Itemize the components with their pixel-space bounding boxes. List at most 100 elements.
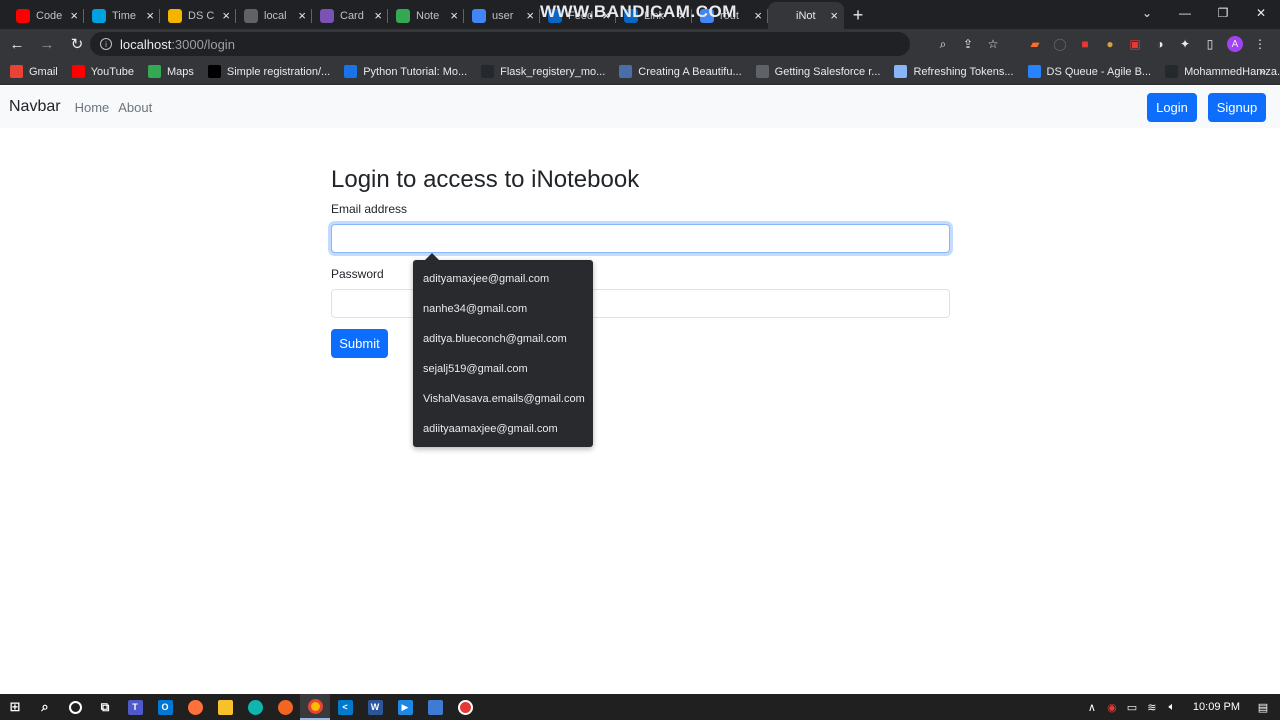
side-panel-icon[interactable]: ▯ <box>1202 36 1218 52</box>
autofill-option[interactable]: VishalVasava.emails@gmail.com <box>413 384 593 414</box>
signup-button[interactable]: Signup <box>1208 93 1266 122</box>
bookmark-star-icon[interactable]: ☆ <box>985 36 1001 52</box>
site-info-icon[interactable]: i <box>100 38 112 50</box>
email-field[interactable] <box>331 224 950 253</box>
tab-close-icon[interactable]: × <box>146 8 154 23</box>
maximize-button[interactable]: ❐ <box>1204 0 1242 27</box>
ext-shield-icon[interactable]: ■ <box>1077 36 1093 52</box>
ext-red-icon[interactable]: ▣ <box>1127 36 1143 52</box>
bookmark-label: Refreshing Tokens... <box>913 65 1014 78</box>
autofill-option[interactable]: aditya.blueconch@gmail.com <box>413 324 593 354</box>
browser-tab[interactable]: user × <box>464 2 540 29</box>
wifi-icon[interactable]: ≋ <box>1145 701 1159 714</box>
bookmark-item[interactable]: Simple registration/... <box>207 65 331 78</box>
tab-label: iNot <box>796 9 816 22</box>
tab-search-icon[interactable]: ⌄ <box>1128 0 1166 27</box>
tab-close-icon[interactable]: × <box>754 8 762 23</box>
file-explorer-icon[interactable] <box>210 694 240 720</box>
login-button[interactable]: Login <box>1147 93 1197 122</box>
submit-button[interactable]: Submit <box>331 329 388 358</box>
react-icon <box>776 8 790 23</box>
nav-link-about[interactable]: About <box>118 100 152 115</box>
bookmark-item[interactable]: Refreshing Tokens... <box>894 65 1014 78</box>
browser-tab[interactable]: local × <box>236 2 312 29</box>
ds-icon <box>168 8 182 23</box>
bookmark-item[interactable]: Python Tutorial: Mo... <box>344 65 467 78</box>
ext-gitlab-icon[interactable]: ▰ <box>1027 36 1043 52</box>
tab-close-icon[interactable]: × <box>830 8 838 23</box>
autofill-option[interactable]: sejalj519@gmail.com <box>413 354 593 384</box>
notification-icon[interactable]: ▤ <box>1256 701 1270 714</box>
teams-icon[interactable]: T <box>120 694 150 720</box>
tab-close-icon[interactable]: × <box>374 8 382 23</box>
bookmark-item[interactable]: Creating A Beautifu... <box>619 65 742 78</box>
address-bar[interactable]: i localhost:3000/login <box>90 32 910 56</box>
tray-overflow-icon[interactable]: ∧ <box>1085 701 1099 714</box>
browser-tab[interactable]: Note × <box>388 2 464 29</box>
ext-circle-icon[interactable]: ◯ <box>1052 36 1068 52</box>
media-player-icon[interactable]: ▶ <box>390 694 420 720</box>
bookmark-item[interactable]: DS Queue - Agile B... <box>1027 65 1152 78</box>
autofill-option[interactable]: nanhe34@gmail.com <box>413 294 593 324</box>
tab-close-icon[interactable]: × <box>450 8 458 23</box>
autofill-option[interactable]: adiityaamaxjee@gmail.com <box>413 414 593 444</box>
tab-close-icon[interactable]: × <box>222 8 230 23</box>
share-icon[interactable]: ⇪ <box>960 36 976 52</box>
firefox-icon[interactable] <box>180 694 210 720</box>
globe-icon <box>755 65 769 78</box>
jira-icon <box>1027 65 1041 78</box>
browser-tab[interactable]: iNot × <box>768 2 844 29</box>
recording-icon[interactable]: ◉ <box>1105 701 1119 714</box>
bandicam-icon[interactable] <box>450 694 480 720</box>
bookmark-item[interactable]: Flask_registery_mo... <box>481 65 605 78</box>
browser-tab[interactable]: Code × <box>8 2 84 29</box>
bookmark-item[interactable]: YouTube <box>71 65 134 78</box>
edge-icon[interactable] <box>240 694 270 720</box>
bookmark-label: DS Queue - Agile B... <box>1046 65 1152 78</box>
bookmark-item[interactable]: Getting Salesforce r... <box>755 65 880 78</box>
search-icon[interactable]: ⌕ <box>30 694 60 720</box>
tab-label: Note <box>416 9 440 22</box>
tab-label: local <box>264 9 287 22</box>
bookmarks-overflow-icon[interactable]: » <box>1259 64 1266 78</box>
browser-tab[interactable]: Time × <box>84 2 160 29</box>
bookmark-item[interactable]: Maps <box>147 65 194 78</box>
app-orange-icon[interactable] <box>270 694 300 720</box>
forward-button[interactable]: → <box>34 31 60 57</box>
bootstrap-icon <box>320 8 334 23</box>
start-button[interactable]: ⊞ <box>0 694 30 720</box>
outlook-icon[interactable]: O <box>150 694 180 720</box>
close-window-button[interactable]: ✕ <box>1242 0 1280 27</box>
back-button[interactable]: ← <box>4 31 30 57</box>
bookmark-item[interactable]: Gmail <box>10 65 58 78</box>
ext-cookie-icon[interactable]: ● <box>1102 36 1118 52</box>
tab-close-icon[interactable]: × <box>526 8 534 23</box>
profile-avatar[interactable]: A <box>1227 36 1243 52</box>
extensions-puzzle-icon[interactable]: ✦ <box>1177 36 1193 52</box>
url-path: :3000/login <box>171 36 235 52</box>
browser-tab[interactable]: DS C × <box>160 2 236 29</box>
bookmark-label: Simple registration/... <box>226 65 331 78</box>
clock[interactable]: 10:09 PM <box>1193 701 1240 713</box>
chrome-icon[interactable] <box>300 694 330 720</box>
minimize-button[interactable]: — <box>1166 0 1204 27</box>
menu-kebab-icon[interactable]: ⋮ <box>1252 36 1268 52</box>
browser-tab[interactable]: Card × <box>312 2 388 29</box>
zoom-icon[interactable]: ⌕ <box>935 36 951 52</box>
page-title: Login to access to iNotebook <box>331 166 640 193</box>
volume-icon[interactable]: 🔈︎ <box>1165 701 1179 714</box>
task-view-icon[interactable]: ⧉ <box>90 694 120 720</box>
vscode-icon[interactable]: < <box>330 694 360 720</box>
word-icon[interactable]: W <box>360 694 390 720</box>
photos-icon[interactable] <box>420 694 450 720</box>
navbar-brand[interactable]: Navbar <box>9 98 61 116</box>
tab-close-icon[interactable]: × <box>298 8 306 23</box>
battery-icon[interactable]: ▭ <box>1125 701 1139 714</box>
tab-close-icon[interactable]: × <box>70 8 78 23</box>
autofill-option[interactable]: adityamaxjee@gmail.com <box>413 264 593 294</box>
ext-dark-icon[interactable]: ◑ <box>1152 36 1168 52</box>
new-tab-button[interactable]: + <box>844 2 872 29</box>
reload-button[interactable]: ↻ <box>64 31 90 57</box>
nav-link-home[interactable]: Home <box>75 100 110 115</box>
cortana-icon[interactable] <box>60 694 90 720</box>
